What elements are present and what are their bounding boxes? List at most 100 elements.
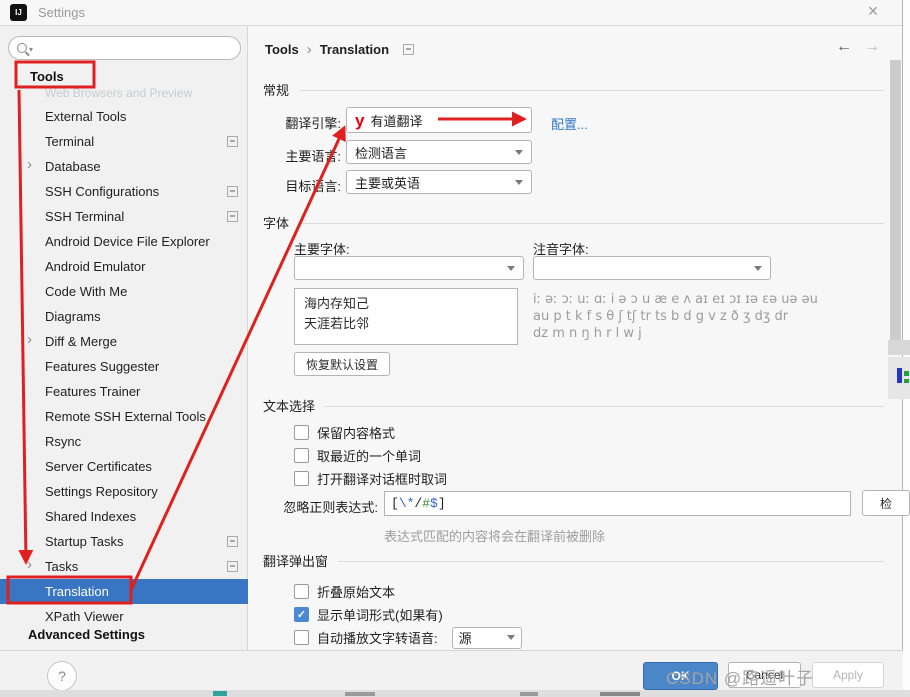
sidebar-item-label: SSH Configurations: [45, 184, 159, 199]
primary-lang-select[interactable]: 检测语言: [346, 140, 532, 164]
checkbox-label: 自动播放文字转语音:: [317, 628, 438, 647]
checkbox-label: 保留内容格式: [317, 423, 395, 442]
primary-font-select[interactable]: [294, 256, 524, 280]
scrollbar-thumb[interactable]: [890, 60, 901, 355]
sidebar-item-rsync[interactable]: Rsync: [0, 429, 248, 454]
sidebar-item-ssh-terminal[interactable]: SSH Terminal: [0, 204, 248, 229]
chevron-right-icon[interactable]: ›: [27, 557, 32, 572]
modified-badge-icon: [227, 536, 238, 547]
sidebar-item-label: Settings Repository: [45, 484, 158, 499]
checkbox-icon[interactable]: [294, 630, 309, 645]
background-window-fragment: [897, 368, 902, 383]
phonetic-font-select[interactable]: [533, 256, 771, 280]
sidebar-item-ssh-configurations[interactable]: SSH Configurations: [0, 179, 248, 204]
section-popup-label: 翻译弹出窗: [263, 551, 328, 570]
target-lang-select[interactable]: 主要或英语: [346, 170, 532, 194]
sidebar-group-tools[interactable]: Tools: [30, 69, 64, 84]
section-divider: [299, 90, 884, 91]
reset-defaults-button[interactable]: 恢复默认设置: [294, 352, 390, 376]
phonetic-line: iː əː ɔː uː ɑː i ə ɔ u æ e ʌ aɪ eɪ ɔɪ ɪə…: [533, 291, 878, 308]
close-icon[interactable]: ×: [862, 1, 884, 22]
checkbox-label: 打开翻译对话框时取词: [317, 469, 447, 488]
sidebar-item-terminal[interactable]: Terminal: [0, 129, 248, 154]
taskbar-strip: [0, 690, 910, 697]
sidebar-item-diagrams[interactable]: Diagrams: [0, 304, 248, 329]
checkbox-pick-word-on-dialog[interactable]: 打开翻译对话框时取词: [294, 470, 447, 487]
sidebar-group-advanced-settings[interactable]: Advanced Settings: [28, 627, 145, 642]
section-divider: [338, 561, 884, 562]
regex-token: /: [414, 496, 422, 511]
engine-select-value: 有道翻译: [370, 111, 422, 130]
background-window-fragment: [904, 379, 909, 383]
sidebar-item-label: Features Suggester: [45, 359, 159, 374]
search-caret-icon: ▾: [29, 45, 33, 54]
modified-badge-icon: [227, 561, 238, 572]
checkbox-keep-format[interactable]: 保留内容格式: [294, 424, 447, 441]
chevron-right-icon[interactable]: ›: [27, 332, 32, 347]
regex-token: ]: [438, 496, 446, 511]
checkbox-icon[interactable]: [294, 425, 309, 440]
sidebar-item-settings-repository[interactable]: Settings Repository: [0, 479, 248, 504]
search-box[interactable]: ▾: [8, 36, 241, 60]
sidebar-item-label: Terminal: [45, 134, 94, 149]
checkbox-auto-tts[interactable]: 自动播放文字转语音: 源: [294, 629, 522, 646]
sidebar-item-label: Diff & Merge: [45, 334, 117, 349]
taskbar-fragment: [520, 692, 538, 696]
phonetic-preview: iː əː ɔː uː ɑː i ə ɔ u æ e ʌ aɪ eɪ ɔɪ ɪə…: [533, 291, 878, 342]
back-arrow-icon[interactable]: ←: [836, 38, 852, 56]
background-window-fragment: [888, 340, 910, 355]
font-preview-box: 海内存知己 天涯若比邻: [294, 288, 518, 345]
sidebar-item-features-trainer[interactable]: Features Trainer: [0, 379, 248, 404]
regex-token: \*: [399, 496, 415, 511]
chevron-right-icon[interactable]: ›: [27, 157, 32, 172]
checkbox-label: 取最近的一个单词: [317, 446, 421, 465]
sidebar-item-xpath-viewer[interactable]: XPath Viewer: [0, 604, 248, 629]
sidebar-item-android-emulator[interactable]: Android Emulator: [0, 254, 248, 279]
font-preview-line: 天涯若比邻: [304, 314, 508, 334]
configure-link[interactable]: 配置...: [551, 114, 588, 133]
sidebar-item-android-device-file-explorer[interactable]: Android Device File Explorer: [0, 229, 248, 254]
sidebar-item-code-with-me[interactable]: Code With Me: [0, 279, 248, 304]
primary-lang-label: 主要语言:: [233, 146, 341, 165]
regex-label: 忽略正则表达式:: [258, 497, 378, 516]
checkbox-checked-icon[interactable]: ✓: [294, 607, 309, 622]
sidebar-item-remote-ssh-external-tools[interactable]: Remote SSH External Tools: [0, 404, 248, 429]
breadcrumb-translation[interactable]: Translation: [320, 42, 389, 57]
forward-arrow-icon[interactable]: →: [864, 38, 880, 56]
sidebar-item-shared-indexes[interactable]: Shared Indexes: [0, 504, 248, 529]
sidebar-item-diff-merge[interactable]: › Diff & Merge: [0, 329, 248, 354]
checkbox-icon[interactable]: [294, 584, 309, 599]
search-input[interactable]: [35, 40, 232, 57]
caret-down-icon: [754, 266, 762, 271]
sidebar-item-label: Startup Tasks: [45, 534, 124, 549]
youdao-logo-icon: y: [355, 112, 364, 129]
target-lang-value: 主要或英语: [355, 173, 420, 192]
checkbox-nearest-word[interactable]: 取最近的一个单词: [294, 447, 447, 464]
taskbar-fragment: [345, 692, 375, 696]
checkbox-show-word-forms[interactable]: ✓ 显示单词形式(如果有): [294, 606, 522, 623]
caret-down-icon: [507, 266, 515, 271]
sidebar-item-features-suggester[interactable]: Features Suggester: [0, 354, 248, 379]
help-button[interactable]: ?: [47, 661, 77, 691]
sidebar-item-label: Rsync: [45, 434, 81, 449]
sidebar-item-database[interactable]: ›Database: [0, 154, 248, 179]
checkbox-icon[interactable]: [294, 448, 309, 463]
tts-source-select[interactable]: 源: [452, 627, 522, 649]
caret-down-icon: [515, 118, 523, 123]
apply-button: Apply: [812, 662, 884, 688]
background-window-fragment: [904, 371, 909, 376]
sidebar-item-label: Server Certificates: [45, 459, 152, 474]
engine-select[interactable]: y 有道翻译: [346, 107, 532, 133]
checkbox-icon[interactable]: [294, 471, 309, 486]
checkbox-fold-original[interactable]: 折叠原始文本: [294, 583, 522, 600]
sidebar-item-tasks[interactable]: ›Tasks: [0, 554, 248, 579]
breadcrumb-tools[interactable]: Tools: [265, 42, 299, 57]
sidebar-item-external-tools[interactable]: External Tools: [0, 104, 248, 129]
chevron-right-icon: ›: [307, 41, 312, 58]
regex-input[interactable]: [\*/#$]: [384, 491, 851, 516]
regex-check-button[interactable]: 检: [862, 490, 910, 516]
sidebar-item-startup-tasks[interactable]: Startup Tasks: [0, 529, 248, 554]
sidebar-item-translation[interactable]: Translation: [0, 579, 248, 604]
sidebar-item-faded: Web Browsers and Preview: [45, 86, 192, 100]
sidebar-item-server-certificates[interactable]: Server Certificates: [0, 454, 248, 479]
